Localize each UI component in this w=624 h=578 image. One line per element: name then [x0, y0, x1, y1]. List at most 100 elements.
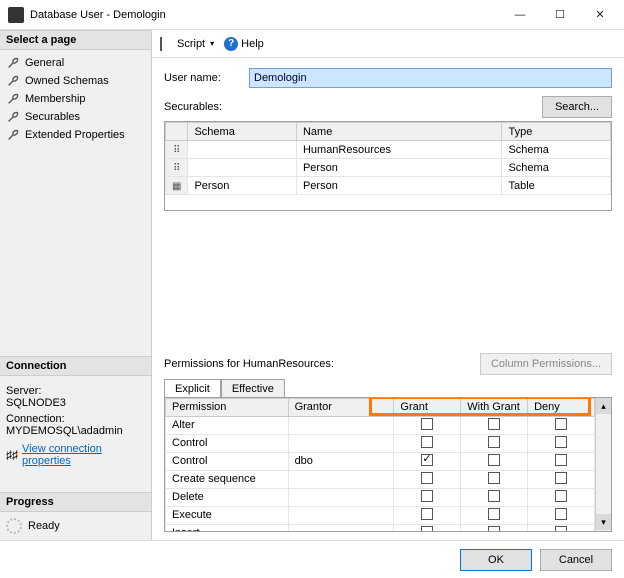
- table-row[interactable]: Controldbo: [166, 452, 595, 470]
- connection-icon: ♯♯: [6, 448, 18, 462]
- table-row[interactable]: Alter: [166, 416, 595, 434]
- schema-icon: ⠿: [173, 163, 180, 174]
- table-row[interactable]: ⠿HumanResourcesSchema: [166, 141, 611, 159]
- perm-col-withgrant[interactable]: With Grant: [461, 398, 528, 416]
- scrollbar[interactable]: ▴ ▾: [595, 398, 611, 532]
- connection-info: Server: SQLNODE3 Connection: MYDEMOSQL\a…: [0, 376, 151, 472]
- page-label: General: [25, 57, 64, 69]
- page-item-extended-properties[interactable]: Extended Properties: [0, 126, 151, 144]
- table-row[interactable]: ▦PersonPersonTable: [166, 177, 611, 195]
- tab-effective[interactable]: Effective: [221, 379, 285, 398]
- window-title: Database User - Demologin: [30, 9, 500, 21]
- table-icon: ▦: [172, 181, 181, 192]
- table-row[interactable]: Insert: [166, 524, 595, 531]
- script-button[interactable]: Script ▾: [160, 37, 214, 51]
- maximize-button[interactable]: ☐: [540, 1, 580, 29]
- checkbox[interactable]: [421, 436, 433, 448]
- col-name[interactable]: Name: [296, 123, 502, 141]
- progress-spinner-icon: [6, 518, 22, 534]
- table-row[interactable]: Execute: [166, 506, 595, 524]
- page-list: General Owned Schemas Membership Securab…: [0, 50, 151, 148]
- server-value: SQLNODE3: [6, 397, 145, 409]
- minimize-button[interactable]: —: [500, 1, 540, 29]
- wrench-icon: [6, 56, 20, 70]
- dialog-footer: OK Cancel: [0, 540, 624, 578]
- progress-block: Ready: [0, 512, 151, 540]
- cancel-button[interactable]: Cancel: [540, 549, 612, 571]
- table-row[interactable]: ⠿PersonSchema: [166, 159, 611, 177]
- checkbox[interactable]: [488, 436, 500, 448]
- checkbox[interactable]: [421, 490, 433, 502]
- page-item-membership[interactable]: Membership: [0, 90, 151, 108]
- checkbox[interactable]: [555, 454, 567, 466]
- username-label: User name:: [164, 72, 249, 84]
- permissions-for-label: Permissions for HumanResources:: [164, 358, 334, 370]
- permissions-grid[interactable]: Permission Grantor Grant With Grant Deny…: [164, 397, 612, 533]
- tab-explicit[interactable]: Explicit: [164, 379, 221, 398]
- select-page-header: Select a page: [0, 30, 151, 50]
- page-item-owned-schemas[interactable]: Owned Schemas: [0, 72, 151, 90]
- ok-button[interactable]: OK: [460, 549, 532, 571]
- help-icon: ?: [224, 37, 238, 51]
- search-button[interactable]: Search...: [542, 96, 612, 118]
- col-type[interactable]: Type: [502, 123, 611, 141]
- checkbox[interactable]: [488, 526, 500, 532]
- script-icon: [160, 37, 174, 51]
- page-item-securables[interactable]: Securables: [0, 108, 151, 126]
- wrench-icon: [6, 110, 20, 124]
- page-label: Extended Properties: [25, 129, 125, 141]
- app-icon: [8, 7, 24, 23]
- page-label: Owned Schemas: [25, 75, 109, 87]
- perm-col-permission[interactable]: Permission: [166, 398, 289, 416]
- checkbox[interactable]: [488, 472, 500, 484]
- col-schema[interactable]: Schema: [188, 123, 297, 141]
- checkbox[interactable]: [421, 454, 433, 466]
- view-connection-properties-link[interactable]: View connection properties: [22, 443, 145, 467]
- wrench-icon: [6, 92, 20, 106]
- username-input[interactable]: [249, 68, 612, 88]
- schema-icon: ⠿: [173, 145, 180, 156]
- checkbox[interactable]: [555, 472, 567, 484]
- perm-col-deny[interactable]: Deny: [528, 398, 595, 416]
- checkbox[interactable]: [555, 418, 567, 430]
- table-row[interactable]: Delete: [166, 488, 595, 506]
- progress-status: Ready: [28, 520, 60, 532]
- perm-col-grantor[interactable]: Grantor: [288, 398, 394, 416]
- permission-tabs: Explicit Effective: [164, 378, 612, 397]
- securables-label: Securables:: [164, 101, 222, 113]
- checkbox[interactable]: [488, 508, 500, 520]
- toolbar: Script ▾ ? Help: [152, 30, 624, 58]
- perm-col-grant[interactable]: Grant: [394, 398, 461, 416]
- securables-grid[interactable]: Schema Name Type ⠿HumanResourcesSchema⠿P…: [164, 121, 612, 211]
- checkbox[interactable]: [488, 490, 500, 502]
- dropdown-icon: ▾: [210, 39, 214, 48]
- page-item-general[interactable]: General: [0, 54, 151, 72]
- checkbox[interactable]: [421, 418, 433, 430]
- connection-header: Connection: [0, 356, 151, 376]
- connection-label: Connection:: [6, 413, 145, 425]
- table-row[interactable]: Create sequence: [166, 470, 595, 488]
- checkbox[interactable]: [421, 508, 433, 520]
- close-button[interactable]: ✕: [580, 1, 620, 29]
- checkbox[interactable]: [555, 526, 567, 532]
- wrench-icon: [6, 74, 20, 88]
- server-label: Server:: [6, 385, 145, 397]
- column-permissions-button: Column Permissions...: [480, 353, 612, 375]
- help-label: Help: [241, 38, 264, 50]
- checkbox[interactable]: [555, 436, 567, 448]
- scroll-up-icon[interactable]: ▴: [596, 398, 611, 414]
- checkbox[interactable]: [555, 508, 567, 520]
- table-row[interactable]: Control: [166, 434, 595, 452]
- right-panel: Script ▾ ? Help User name: Securables: S…: [152, 30, 624, 540]
- checkbox[interactable]: [555, 490, 567, 502]
- checkbox[interactable]: [421, 526, 433, 532]
- checkbox[interactable]: [488, 418, 500, 430]
- checkbox[interactable]: [421, 472, 433, 484]
- titlebar: Database User - Demologin — ☐ ✕: [0, 0, 624, 30]
- scroll-down-icon[interactable]: ▾: [596, 514, 611, 530]
- connection-value: MYDEMOSQL\adadmin: [6, 425, 145, 437]
- script-label: Script: [177, 38, 205, 50]
- help-button[interactable]: ? Help: [224, 37, 264, 51]
- checkbox[interactable]: [488, 454, 500, 466]
- page-label: Securables: [25, 111, 80, 123]
